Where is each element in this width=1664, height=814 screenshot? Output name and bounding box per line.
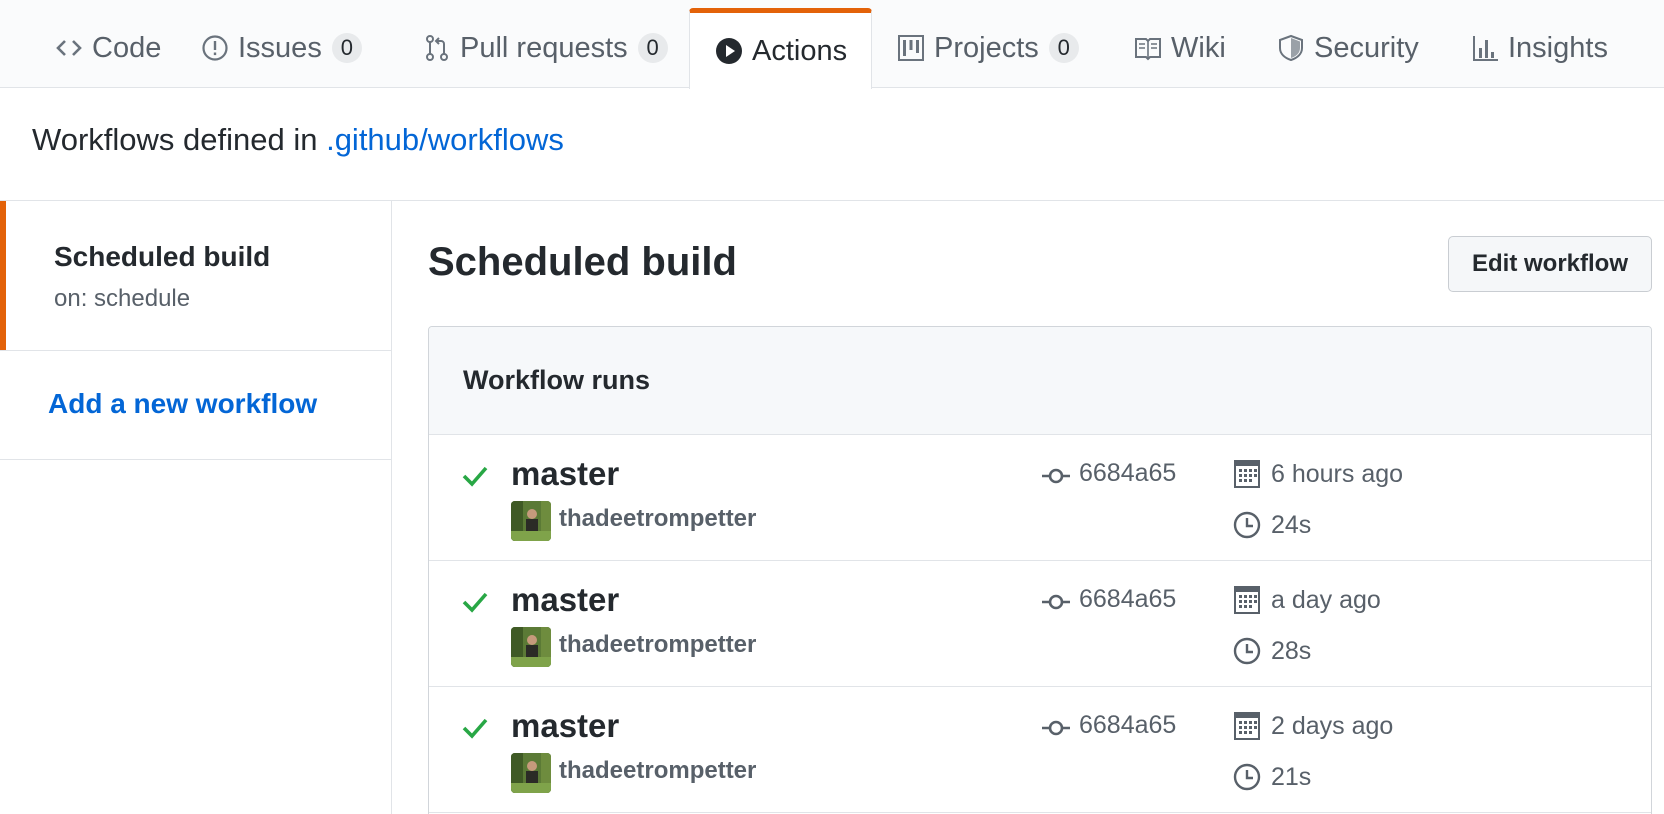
commit-sha[interactable]: 6684a65: [1079, 459, 1176, 488]
git-pull-request-icon: [422, 33, 452, 63]
add-new-workflow-link[interactable]: Add a new workflow: [48, 388, 317, 420]
tab-label: Issues: [238, 31, 322, 64]
run-branch[interactable]: master: [511, 581, 619, 619]
tab-label: Insights: [1508, 31, 1608, 64]
tab-label: Security: [1314, 31, 1419, 64]
avatar[interactable]: [511, 501, 551, 541]
workflows-path-link[interactable]: .github/workflows: [326, 122, 564, 157]
tab-actions[interactable]: Actions: [689, 8, 873, 89]
workflow-sidebar: Scheduled build on: schedule Add a new w…: [0, 201, 392, 814]
play-icon: [714, 36, 744, 66]
page-title: Scheduled build: [428, 240, 737, 284]
tab-pull-requests[interactable]: Pull requests 0: [422, 8, 668, 88]
run-actor[interactable]: thadeetrompetter: [559, 631, 756, 659]
shield-icon: [1276, 33, 1306, 63]
tab-label: Actions: [752, 34, 848, 67]
run-actor[interactable]: thadeetrompetter: [559, 757, 756, 785]
run-duration: 28s: [1271, 637, 1312, 665]
workflow-run-row[interactable]: master thadeetrompetter 6684a65 2 days a…: [429, 687, 1651, 813]
workflow-runs-header: Workflow runs: [429, 327, 1651, 435]
run-branch[interactable]: master: [511, 455, 619, 493]
tab-projects[interactable]: Projects 0: [896, 8, 1079, 88]
run-actor[interactable]: thadeetrompetter: [559, 505, 756, 533]
run-branch[interactable]: master: [511, 707, 619, 745]
git-commit-icon: [1042, 594, 1070, 610]
projects-counter: 0: [1048, 33, 1079, 63]
workflow-run-row[interactable]: master thadeetrompetter 6684a65 6 hours …: [429, 435, 1651, 561]
tab-security[interactable]: Security: [1276, 8, 1419, 88]
calendar-icon: [1234, 586, 1260, 614]
tab-label: Pull requests: [460, 31, 628, 64]
git-commit-icon: [1042, 720, 1070, 736]
avatar[interactable]: [511, 627, 551, 667]
workflow-run-row[interactable]: master thadeetrompetter 6684a65 a day ag…: [429, 561, 1651, 687]
tab-label: Projects: [934, 31, 1039, 64]
tab-code[interactable]: Code: [54, 8, 161, 88]
graph-icon: [1470, 33, 1500, 63]
issue-opened-icon: [200, 33, 230, 63]
check-icon: [462, 592, 488, 613]
tab-wiki[interactable]: Wiki: [1133, 8, 1226, 88]
clock-icon: [1233, 763, 1261, 791]
sidebar-item-scheduled-build[interactable]: Scheduled build on: schedule: [0, 201, 391, 351]
calendar-icon: [1234, 460, 1260, 488]
clock-icon: [1233, 637, 1261, 665]
commit-sha[interactable]: 6684a65: [1079, 711, 1176, 740]
run-timestamp: 6 hours ago: [1271, 460, 1404, 488]
check-icon: [462, 466, 488, 487]
workflow-runs-title: Workflow runs: [463, 365, 651, 395]
tab-insights[interactable]: Insights: [1470, 8, 1608, 88]
workflows-defined-header: Workflows defined in .github/workflows: [32, 122, 564, 158]
add-workflow-item: Add a new workflow: [0, 351, 391, 460]
run-duration: 21s: [1271, 763, 1312, 791]
sidebar-item-trigger: on: schedule: [54, 285, 191, 312]
header-prefix: Workflows defined in: [32, 122, 318, 157]
check-icon: [462, 718, 488, 739]
code-icon: [54, 33, 84, 63]
git-commit-icon: [1042, 468, 1070, 484]
repo-nav-tabs: Code Issues 0 Pull requests 0 Actions Pr…: [0, 0, 1664, 89]
book-icon: [1133, 33, 1163, 63]
sidebar-item-title: Scheduled build: [54, 241, 271, 272]
tab-issues[interactable]: Issues 0: [200, 8, 362, 88]
run-duration: 24s: [1271, 511, 1312, 539]
tab-label: Wiki: [1171, 31, 1226, 64]
edit-workflow-button[interactable]: Edit workflow: [1448, 236, 1652, 292]
commit-sha[interactable]: 6684a65: [1079, 585, 1176, 614]
selected-indicator: [0, 201, 6, 350]
run-timestamp: 2 days ago: [1271, 712, 1394, 740]
calendar-icon: [1234, 712, 1260, 740]
issues-counter: 0: [331, 33, 362, 63]
pull-requests-counter: 0: [637, 33, 668, 63]
project-icon: [896, 33, 926, 63]
avatar[interactable]: [511, 753, 551, 793]
tab-label: Code: [92, 31, 162, 64]
run-timestamp: a day ago: [1271, 586, 1381, 614]
workflow-runs-panel: Workflow runs master thadeetrompetter 66…: [428, 326, 1652, 814]
clock-icon: [1233, 511, 1261, 539]
